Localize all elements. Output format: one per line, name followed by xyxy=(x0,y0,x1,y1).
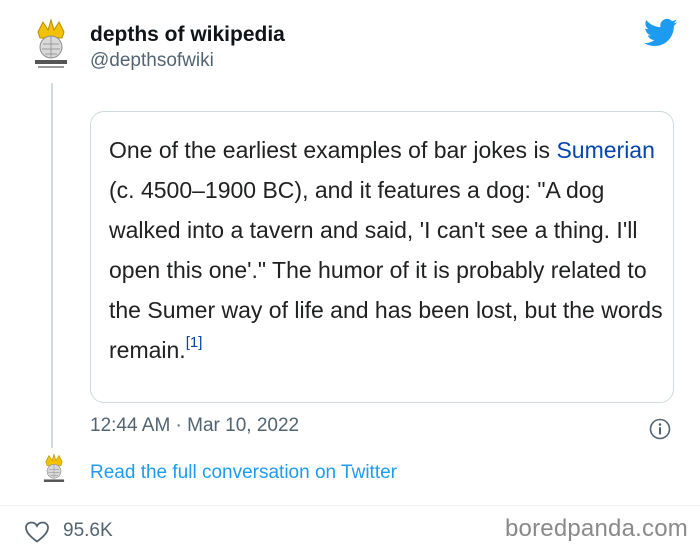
quote-card[interactable]: One of the earliest examples of bar joke… xyxy=(90,111,674,403)
wikipedia-avatar-icon[interactable] xyxy=(24,18,78,72)
info-icon[interactable] xyxy=(649,418,671,440)
like-count[interactable]: 95.6K xyxy=(63,520,113,542)
watermark: boredpanda.com xyxy=(505,515,688,542)
twitter-bird-icon[interactable] xyxy=(644,18,678,48)
user-handle[interactable]: @depthsofwiki xyxy=(90,50,214,72)
quote-text-before-link: One of the earliest examples of bar joke… xyxy=(109,137,557,163)
divider xyxy=(0,505,700,506)
thread-line xyxy=(51,83,53,448)
quote-text: One of the earliest examples of bar joke… xyxy=(109,130,665,370)
sumerian-link[interactable]: Sumerian xyxy=(556,137,654,163)
tweet-timestamp[interactable]: 12:44 AM · Mar 10, 2022 xyxy=(90,415,299,437)
citation-link[interactable]: [1] xyxy=(186,334,203,351)
heart-icon[interactable] xyxy=(24,520,50,544)
wikipedia-avatar-small-icon[interactable] xyxy=(37,453,71,487)
display-name[interactable]: depths of wikipedia xyxy=(90,23,285,47)
read-full-conversation-link[interactable]: Read the full conversation on Twitter xyxy=(90,462,397,484)
